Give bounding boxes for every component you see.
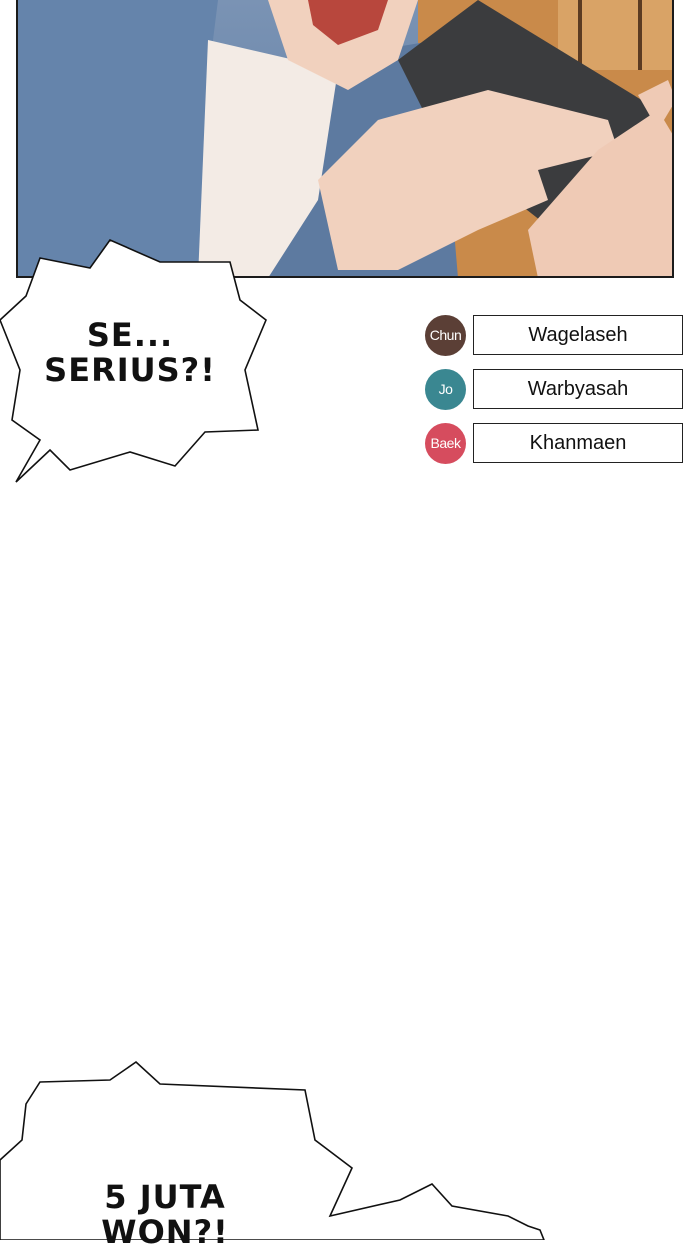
credit-row-baek: Baek Khanmaen	[425, 422, 683, 464]
jacket-left	[18, 0, 218, 276]
credit-row-chun: Chun Wagelaseh	[425, 314, 683, 356]
credit-name-khanmaen: Khanmaen	[473, 423, 683, 463]
window-frame	[578, 0, 582, 70]
credit-name-warbyasah: Warbyasah	[473, 369, 683, 409]
background-window	[558, 0, 672, 70]
credit-badge-baek: Baek	[425, 422, 466, 464]
panel-illustration	[18, 0, 672, 276]
window-frame-2	[638, 0, 642, 70]
bubble-1-text: SE... SERIUS?!	[44, 316, 216, 390]
credit-badge-jo: Jo	[425, 368, 466, 410]
credit-badge-chun: Chun	[425, 314, 466, 356]
credit-name-wagelaseh: Wagelaseh	[473, 315, 683, 355]
credit-row-jo: Jo Warbyasah	[425, 368, 683, 410]
comic-panel	[16, 0, 674, 278]
credits-list: Chun Wagelaseh Jo Warbyasah Baek Khanmae…	[425, 314, 683, 476]
